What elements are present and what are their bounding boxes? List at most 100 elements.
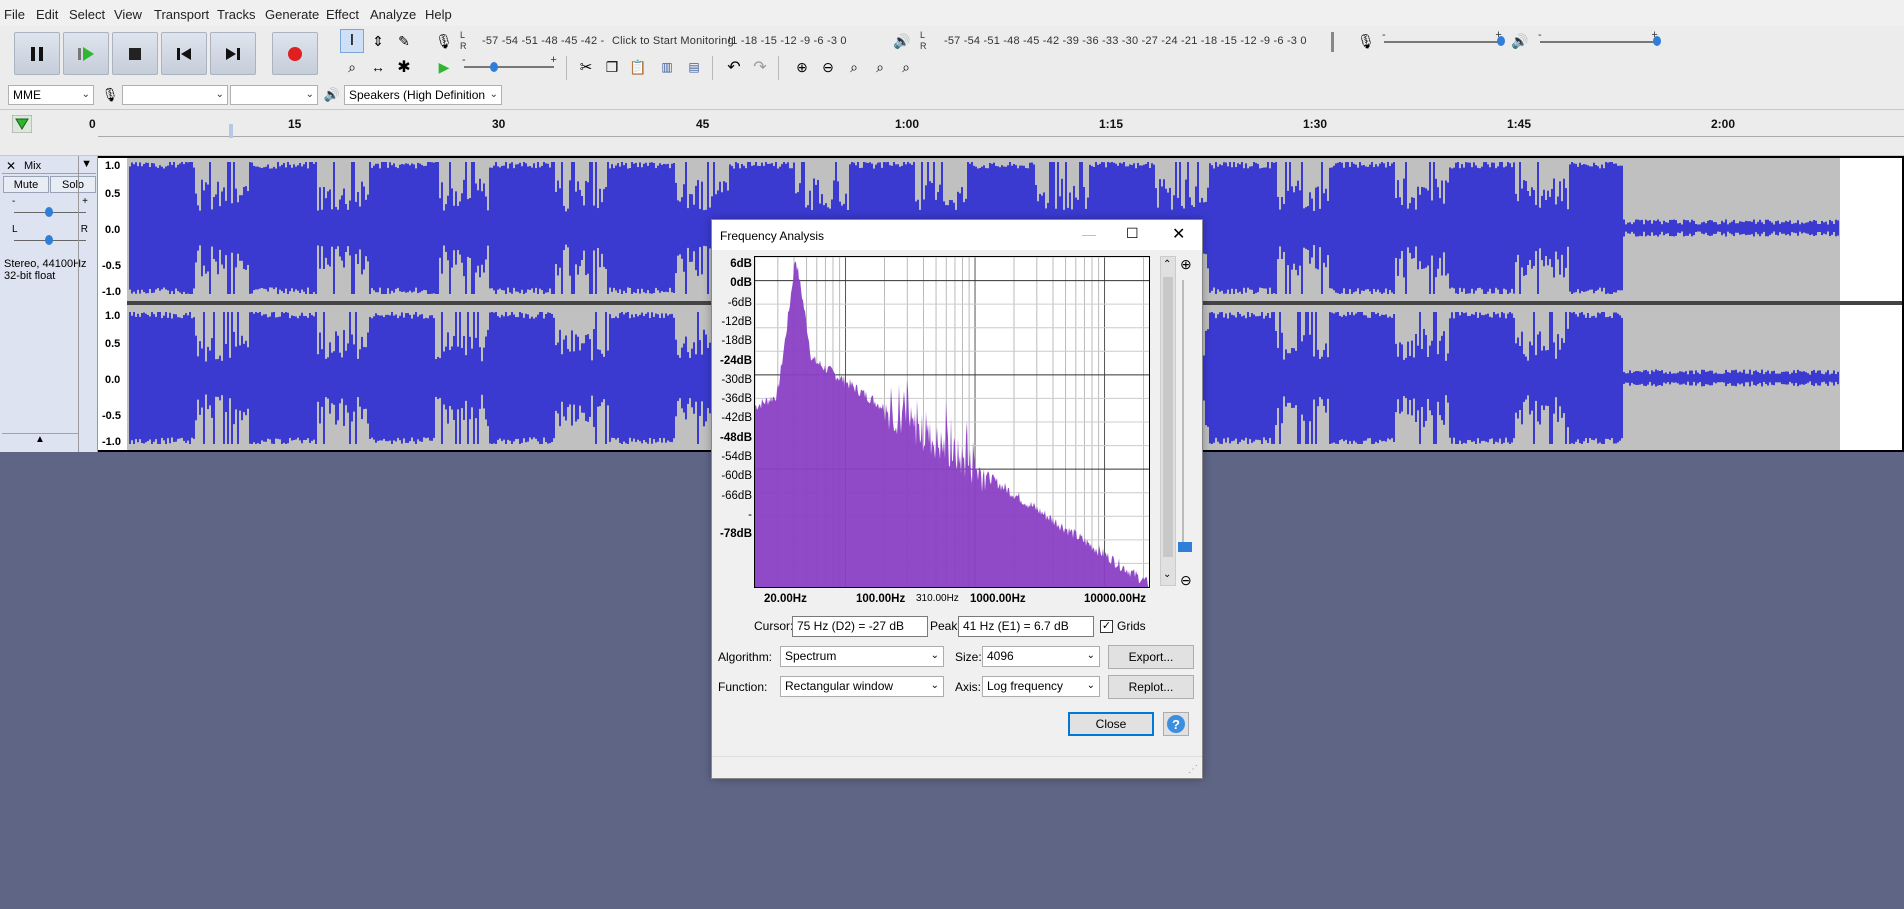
channels-select[interactable]: ⌄ xyxy=(230,85,318,105)
menu-generate[interactable]: Generate xyxy=(265,7,319,22)
menu-file[interactable]: File xyxy=(4,7,25,22)
zoom-in-button[interactable]: ⊕ xyxy=(790,55,814,79)
menu-transport[interactable]: Transport xyxy=(154,7,209,22)
record-device-icon: 🎙 xyxy=(98,83,122,107)
pan-thumb[interactable] xyxy=(45,235,53,245)
playback-meter[interactable]: -57 -54 -51 -48 -45 -42 -39 -36 -33 -30 … xyxy=(930,30,1330,52)
audio-host-select[interactable]: MME ⌄ xyxy=(8,85,94,105)
scale-label: 1.0 xyxy=(105,310,121,322)
resize-grip-icon[interactable]: ⋰ xyxy=(1188,764,1198,775)
chevron-down-icon[interactable]: ⌄ xyxy=(1163,569,1171,580)
cursor-label: Cursor: xyxy=(754,619,794,633)
gain-thumb[interactable] xyxy=(45,207,53,217)
menu-effect[interactable]: Effect xyxy=(326,7,359,22)
paste-button[interactable]: 📋 xyxy=(626,55,650,79)
menu-edit[interactable]: Edit xyxy=(36,7,58,22)
silence-icon: ▤ xyxy=(688,60,700,74)
redo-button[interactable]: ↷ xyxy=(748,55,772,79)
record-button[interactable] xyxy=(272,32,318,75)
close-icon[interactable]: ✕ xyxy=(6,159,16,173)
menu-help[interactable]: Help xyxy=(425,7,452,22)
peak-field[interactable]: 41 Hz (E1) = 6.7 dB xyxy=(958,616,1094,637)
close-button[interactable]: Close xyxy=(1068,712,1154,736)
time-shift-tool[interactable]: ↔ xyxy=(366,55,390,79)
play-button[interactable] xyxy=(63,32,109,75)
minimize-icon[interactable]: — xyxy=(1082,226,1096,242)
gain-slider[interactable]: - + xyxy=(12,196,88,222)
playhead-marker[interactable] xyxy=(229,124,233,138)
playback-meter-button[interactable]: 🔊 xyxy=(890,29,914,53)
skip-start-button[interactable] xyxy=(161,32,207,75)
draw-tool[interactable]: ✎ xyxy=(392,29,416,53)
chevron-down-icon: ⌄ xyxy=(1086,650,1095,661)
algorithm-select[interactable]: Spectrum ⌄ xyxy=(780,646,944,667)
zoom-in-icon[interactable]: ⊕ xyxy=(1180,256,1192,273)
pause-button[interactable] xyxy=(14,32,60,75)
size-select[interactable]: 4096 ⌄ xyxy=(982,646,1100,667)
playback-device-select[interactable]: Speakers (High Definition ⌄ xyxy=(344,85,502,105)
undo-icon: ↶ xyxy=(727,59,741,76)
spectrum-plot[interactable] xyxy=(754,256,1150,588)
mute-button[interactable]: Mute xyxy=(3,176,49,193)
cut-button[interactable]: ✂ xyxy=(574,55,598,79)
skip-end-button[interactable] xyxy=(210,32,256,75)
undo-button[interactable]: ↶ xyxy=(722,55,746,79)
db-range-slider[interactable]: ⊕ ⌃ ⌄ ⊖ xyxy=(1160,256,1200,596)
silence-button[interactable]: ▤ xyxy=(682,55,706,79)
copy-button[interactable]: ❐ xyxy=(600,55,624,79)
zoom-out-icon[interactable]: ⊖ xyxy=(1180,572,1192,589)
fit-selection-button[interactable]: ⌕ xyxy=(842,55,866,79)
scale-label: 0.0 xyxy=(105,224,121,236)
solo-button[interactable]: Solo xyxy=(50,176,96,193)
multi-tool[interactable]: ✱ xyxy=(392,55,416,79)
collapse-track-button[interactable]: ▲ xyxy=(2,433,78,447)
zoom-out-button[interactable]: ⊖ xyxy=(816,55,840,79)
grids-checkbox[interactable]: ✓ xyxy=(1100,620,1113,633)
tick-30: 30 xyxy=(492,117,506,131)
selection-tool[interactable]: I xyxy=(340,29,364,53)
export-button[interactable]: Export... xyxy=(1108,645,1194,669)
redo-icon: ↷ xyxy=(753,59,767,76)
zoom-tool[interactable]: ⌕ xyxy=(340,55,364,79)
amplitude-scale[interactable]: 1.0 0.5 0.0 -0.5 -1.0 1.0 0.5 0.0 -0.5 -… xyxy=(99,158,127,450)
cursor-field[interactable]: 75 Hz (D2) = -27 dB xyxy=(792,616,928,637)
menu-view[interactable]: View xyxy=(114,7,142,22)
pin-playhead-icon[interactable] xyxy=(11,114,33,136)
track-menu-chevron-down-icon[interactable]: ▼ xyxy=(81,158,92,170)
record-volume-slider[interactable]: - + xyxy=(1382,29,1505,50)
slider-thumb[interactable] xyxy=(1497,36,1505,46)
record-meter[interactable]: -57 -54 -51 -48 -45 -42 - Click to Start… xyxy=(470,30,870,52)
menu-analyze[interactable]: Analyze xyxy=(370,7,416,22)
stop-button[interactable] xyxy=(112,32,158,75)
playback-volume-slider[interactable]: - + xyxy=(1538,29,1661,50)
record-meter-button[interactable]: 🎙 xyxy=(432,29,456,53)
spectrum-area xyxy=(755,261,1149,588)
record-device-select[interactable]: ⌄ xyxy=(122,85,228,105)
help-button[interactable]: ? xyxy=(1163,712,1189,736)
close-icon[interactable]: ✕ xyxy=(1172,224,1185,244)
slider-thumb[interactable] xyxy=(1653,36,1661,46)
slider-thumb[interactable] xyxy=(490,62,498,72)
trim-button[interactable]: ▥ xyxy=(655,55,679,79)
envelope-tool[interactable]: ⇕ xyxy=(366,29,390,53)
track-title-bar[interactable]: ✕ Mix ▼ xyxy=(2,158,96,174)
play-speed-slider[interactable]: - + xyxy=(462,54,557,74)
speaker-icon: 🔊 xyxy=(323,87,341,102)
menu-select[interactable]: Select xyxy=(69,7,105,22)
size-value: 4096 xyxy=(987,649,1014,663)
range-thumb[interactable] xyxy=(1178,542,1192,552)
scrollbar-thumb[interactable] xyxy=(1163,277,1173,557)
timeline-ruler[interactable]: 0 15 30 45 1:00 1:15 1:30 1:45 2:00 xyxy=(0,110,1904,156)
fit-project-button[interactable]: ⌕ xyxy=(868,55,892,79)
maximize-icon[interactable]: ☐ xyxy=(1126,225,1139,242)
dialog-title-bar[interactable]: Frequency Analysis — ☐ ✕ xyxy=(712,220,1202,250)
zoom-toggle-button[interactable]: ⌕ xyxy=(894,55,918,79)
menu-tracks[interactable]: Tracks xyxy=(217,7,256,22)
chevron-up-icon[interactable]: ⌃ xyxy=(1163,259,1171,270)
vertical-scrollbar[interactable]: ⌃ ⌄ xyxy=(1160,256,1176,586)
axis-select[interactable]: Log frequency ⌄ xyxy=(982,676,1100,697)
play-at-speed-button[interactable]: ▶ xyxy=(432,55,456,79)
function-select[interactable]: Rectangular window ⌄ xyxy=(780,676,944,697)
replot-button[interactable]: Replot... xyxy=(1108,675,1194,699)
pan-slider[interactable]: L R xyxy=(12,224,88,250)
